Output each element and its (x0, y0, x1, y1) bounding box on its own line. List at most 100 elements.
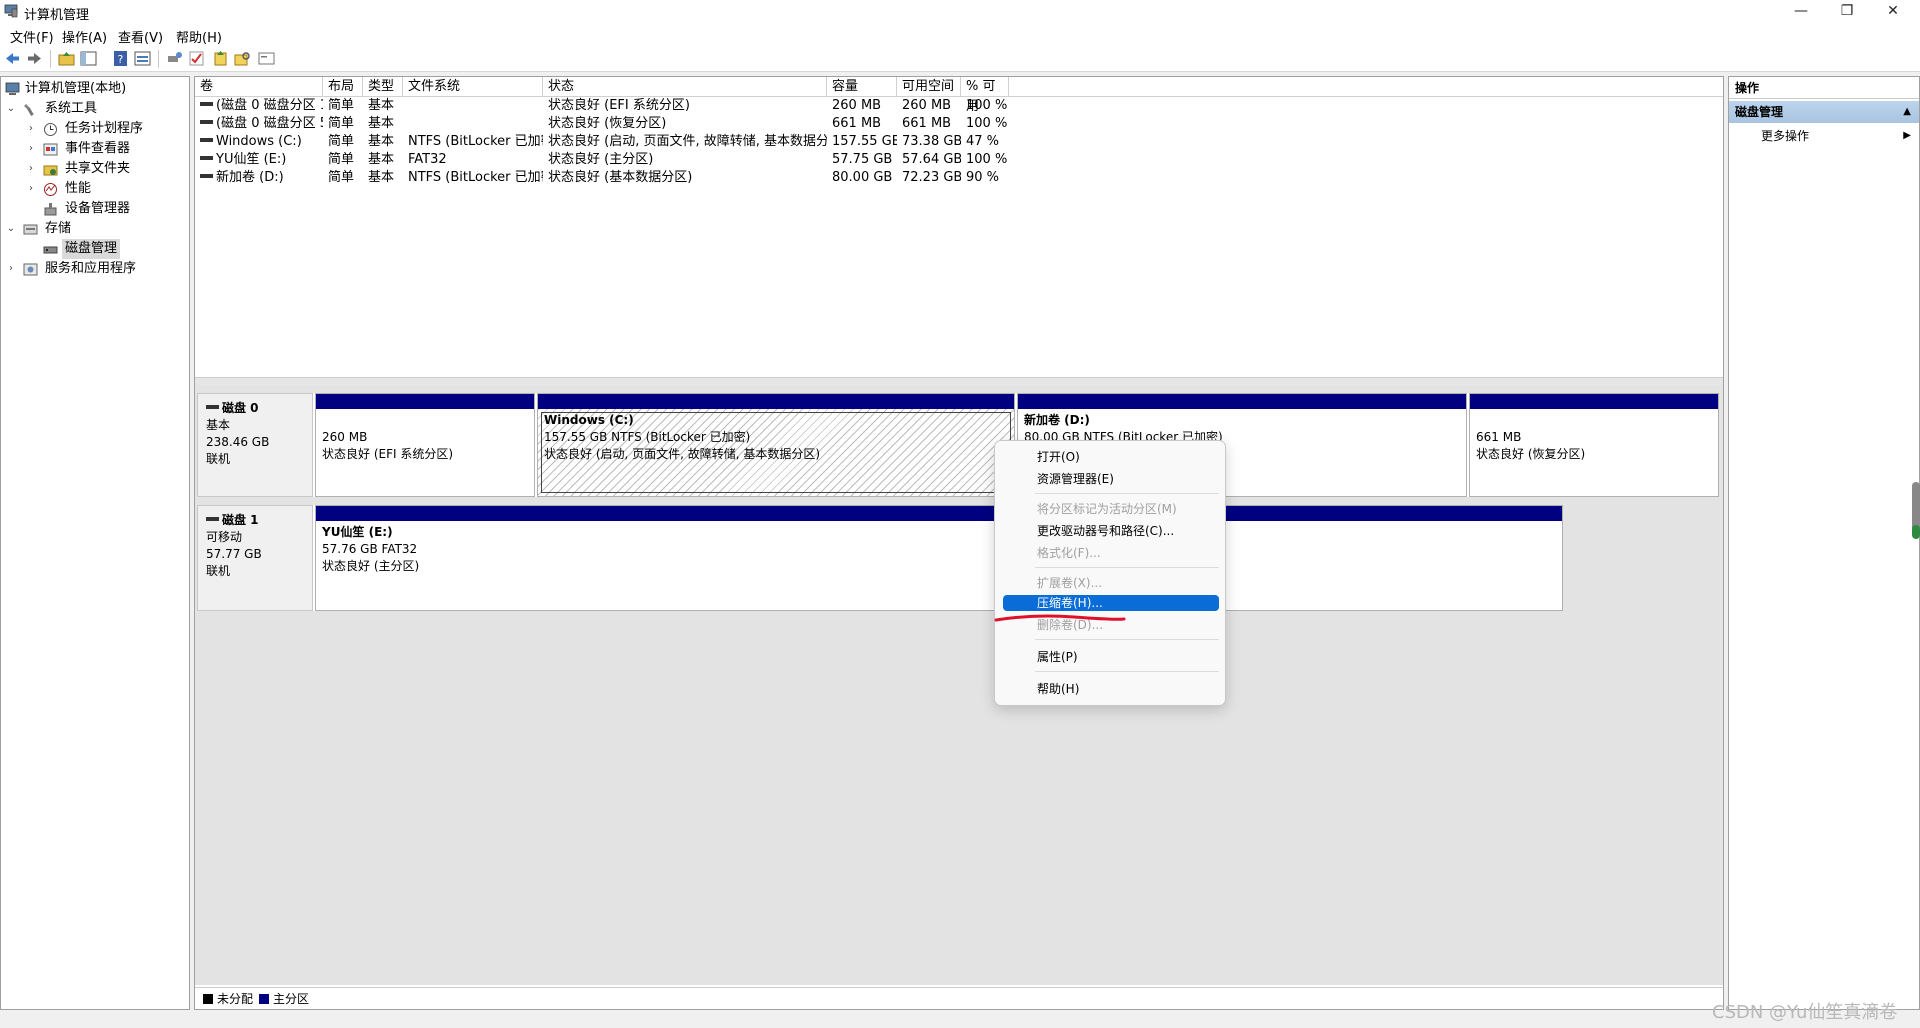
col-status[interactable]: 状态 (543, 77, 827, 97)
percent-free-cell: 100 % (966, 98, 1008, 113)
menu-item-change-drive-letter[interactable]: 更改驱动器号和路径(C)... (1003, 521, 1219, 541)
menu-item-explorer[interactable]: 资源管理器(E) (1003, 469, 1219, 489)
menu-item-open[interactable]: 打开(O) (1003, 447, 1219, 467)
col-free-space[interactable]: 可用空间 (897, 77, 961, 97)
tree-label: 磁盘管理 (62, 239, 121, 259)
connect-icon[interactable] (166, 50, 183, 67)
title-bar: 计算机管理 — ❐ ✕ (0, 0, 1920, 24)
menu-view[interactable]: 查看(V) (118, 27, 163, 46)
col-type[interactable]: 类型 (363, 77, 403, 97)
show-hide-tree-icon[interactable] (80, 50, 97, 67)
disk-1-label[interactable]: 磁盘 1 可移动 57.77 GB 联机 (197, 505, 313, 611)
tree-item-disk-management[interactable]: 磁盘管理 (25, 239, 185, 259)
partition-size: 661 MB (1476, 430, 1522, 444)
disk-type: 可移动 (206, 530, 243, 544)
tree-item-root[interactable]: 计算机管理(本地) (5, 79, 185, 99)
properties-panel-icon[interactable] (134, 50, 151, 67)
more-actions-item[interactable]: 更多操作 ▶ (1729, 125, 1919, 147)
table-row[interactable]: 新加卷 (D:) 简单 基本 NTFS (BitLocker 已加密) 状态良好… (195, 169, 1723, 187)
tree-label: 性能 (65, 181, 92, 196)
partition-size: 157.55 GB NTFS (BitLocker 已加密) (544, 430, 751, 444)
partition-status: 状态良好 (恢复分区) (1476, 447, 1586, 461)
col-layout[interactable]: 布局 (323, 77, 363, 97)
tree-label: 设备管理器 (65, 201, 131, 216)
tree-label: 服务和应用程序 (45, 261, 137, 276)
table-row[interactable]: Windows (C:) 简单 基本 NTFS (BitLocker 已加密) … (195, 133, 1723, 151)
tree-item-performance[interactable]: › 性能 (25, 179, 185, 199)
horizontal-scrollbar[interactable] (195, 377, 1723, 385)
layout-cell: 简单 (328, 170, 355, 185)
col-percent-free[interactable]: % 可用 (961, 77, 1009, 114)
chevron-right-icon[interactable]: › (25, 159, 37, 179)
more-actions-label: 更多操作 (1761, 129, 1810, 143)
drive-icon (200, 138, 213, 142)
volume-cell: YU仙笙 (E:) (195, 151, 323, 169)
partition-info: 661 MB 状态良好 (恢复分区) (1476, 412, 1585, 463)
tree-item-shared-folders[interactable]: › 共享文件夹 (25, 159, 185, 179)
restore-button[interactable]: ❐ (1824, 0, 1870, 24)
menu-item-shrink-volume[interactable]: 压缩卷(H)... (1003, 595, 1219, 611)
filesystem-cell: NTFS (BitLocker 已加密) (408, 134, 543, 149)
disk-0-row: 磁盘 0 基本 238.46 GB 联机 260 MB 状态良好 (EFI 系统… (197, 393, 1719, 497)
close-button[interactable]: ✕ (1870, 0, 1916, 24)
menu-item-properties[interactable]: 属性(P) (1003, 647, 1219, 667)
chevron-right-icon[interactable]: › (25, 179, 37, 199)
computer-management-icon (5, 82, 20, 95)
col-filesystem[interactable]: 文件系统 (403, 77, 543, 97)
partition-recovery[interactable]: 661 MB 状态良好 (恢复分区) (1469, 393, 1719, 497)
table-row[interactable]: (磁盘 0 磁盘分区 5) 简单 基本 状态良好 (恢复分区) 661 MB 6… (195, 115, 1723, 133)
collapse-up-icon[interactable]: ▲ (1903, 101, 1911, 123)
menu-item-help[interactable]: 帮助(H) (1003, 679, 1219, 699)
status-cell: 状态良好 (恢复分区) (548, 116, 667, 131)
export-list-icon[interactable] (212, 50, 229, 67)
type-cell: 基本 (368, 152, 395, 167)
help-icon[interactable]: ? (112, 50, 129, 67)
disk-0-label[interactable]: 磁盘 0 基本 238.46 GB 联机 (197, 393, 313, 497)
legend: 未分配 主分区 (195, 987, 1723, 1009)
checklist-icon[interactable] (188, 50, 205, 67)
volume-cell: (磁盘 0 磁盘分区 5) (195, 115, 323, 133)
toolbar: ? (0, 46, 1920, 72)
menu-file[interactable]: 文件(F) (10, 27, 54, 46)
chevron-down-icon[interactable]: ⌄ (5, 99, 17, 119)
drive-icon (200, 102, 213, 106)
console-icon[interactable] (258, 50, 275, 67)
disk-status: 联机 (206, 564, 231, 578)
minimize-button[interactable]: — (1778, 0, 1824, 24)
menu-action[interactable]: 操作(A) (62, 27, 107, 46)
tree-item-storage[interactable]: ⌄ 存储 (5, 219, 185, 239)
table-row[interactable]: (磁盘 0 磁盘分区 1) 简单 基本 状态良好 (EFI 系统分区) 260 … (195, 97, 1723, 115)
tree-item-event-viewer[interactable]: › 事件查看器 (25, 139, 185, 159)
disk-name: 磁盘 0 (222, 401, 259, 415)
partition-yu-e[interactable]: YU仙笙 (E:) 57.76 GB FAT32 状态良好 (主分区) (315, 505, 1563, 611)
chevron-down-icon[interactable]: ⌄ (5, 219, 17, 239)
status-cell: 状态良好 (启动, 页面文件, 故障转储, 基本数据分区) (548, 134, 827, 149)
tree-label: 事件查看器 (65, 141, 131, 156)
volume-list: 卷 布局 类型 文件系统 状态 容量 可用空间 % 可用 (磁盘 0 磁盘分区 … (195, 77, 1723, 385)
status-cell: 状态良好 (主分区) (548, 152, 654, 167)
actions-section-disk-management[interactable]: 磁盘管理 ▲ (1729, 101, 1919, 123)
search-folder-icon[interactable] (234, 50, 251, 67)
col-volume[interactable]: 卷 (195, 77, 323, 97)
menu-item-extend-volume: 扩展卷(X)... (1037, 576, 1103, 590)
up-folder-icon[interactable] (58, 50, 75, 67)
chevron-right-icon[interactable]: › (25, 119, 37, 139)
back-arrow-icon[interactable] (4, 50, 21, 67)
disk-size: 57.77 GB (206, 547, 262, 561)
partition-windows-c[interactable]: Windows (C:) 157.55 GB NTFS (BitLocker 已… (537, 393, 1015, 497)
tree-item-system-tools[interactable]: ⌄ 系统工具 (5, 99, 185, 119)
layout-cell: 简单 (328, 98, 355, 113)
menu-help[interactable]: 帮助(H) (176, 27, 222, 46)
partition-efi[interactable]: 260 MB 状态良好 (EFI 系统分区) (315, 393, 535, 497)
disk-graphical-view: 磁盘 0 基本 238.46 GB 联机 260 MB 状态良好 (EFI 系统… (195, 385, 1723, 985)
tools-icon (24, 104, 34, 116)
tree-item-task-scheduler[interactable]: › 任务计划程序 (25, 119, 185, 139)
capacity-cell: 260 MB (832, 98, 882, 113)
chevron-right-icon[interactable]: › (5, 259, 17, 279)
col-capacity[interactable]: 容量 (827, 77, 897, 97)
forward-arrow-icon[interactable] (26, 50, 43, 67)
tree-item-device-manager[interactable]: 设备管理器 (25, 199, 185, 219)
tree-item-services-apps[interactable]: › 服务和应用程序 (5, 259, 185, 279)
chevron-right-icon[interactable]: › (25, 139, 37, 159)
table-row[interactable]: YU仙笙 (E:) 简单 基本 FAT32 状态良好 (主分区) 57.75 G… (195, 151, 1723, 169)
